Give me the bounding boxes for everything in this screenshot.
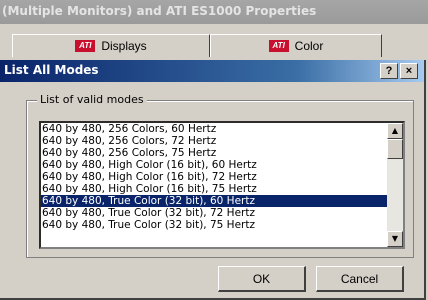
list-all-modes-dialog: List All Modes ? × List of valid modes 6… (0, 60, 426, 300)
group-label: List of valid modes (37, 93, 147, 106)
list-item[interactable]: 640 by 480, 256 Colors, 60 Hertz (41, 123, 403, 135)
list-item[interactable]: 640 by 480, 256 Colors, 72 Hertz (41, 135, 403, 147)
list-item[interactable]: 640 by 480, True Color (32 bit), 72 Hert… (41, 207, 403, 219)
modes-scrollbar[interactable]: ▲ ▼ (387, 123, 403, 247)
ok-button[interactable]: OK (218, 266, 306, 292)
ati-logo-icon: ATI (75, 40, 96, 52)
tab-displays-label: Displays (101, 39, 147, 53)
background-window-titlebar: (Multiple Monitors) and ATI ES1000 Prope… (0, 0, 428, 24)
scroll-down-icon[interactable]: ▼ (387, 231, 403, 247)
valid-modes-group: List of valid modes 640 by 480, 256 Colo… (26, 93, 414, 258)
list-item[interactable]: 640 by 480, True Color (32 bit), 75 Hert… (41, 219, 403, 231)
tab-color[interactable]: ATI Color (210, 34, 382, 57)
ati-logo-icon: ATI (268, 40, 289, 52)
list-item[interactable]: 640 by 480, High Color (16 bit), 60 Hert… (41, 159, 403, 171)
dialog-titlebar[interactable]: List All Modes ? × (0, 60, 424, 82)
scroll-up-icon[interactable]: ▲ (387, 123, 403, 139)
mode-list: 640 by 480, 256 Colors, 60 Hertz 640 by 4… (41, 123, 403, 231)
list-item[interactable]: 640 by 480, 256 Colors, 75 Hertz (41, 147, 403, 159)
background-window-title: (Multiple Monitors) and ATI ES1000 Prope… (2, 4, 317, 18)
dialog-title: List All Modes (4, 63, 99, 77)
cancel-button[interactable]: Cancel (316, 266, 404, 292)
modes-listbox[interactable]: 640 by 480, 256 Colors, 60 Hertz 640 by 4… (39, 121, 405, 249)
list-item[interactable]: 640 by 480, True Color (32 bit), 60 Hert… (41, 195, 403, 207)
close-button[interactable]: × (400, 63, 418, 79)
scroll-thumb[interactable] (387, 139, 403, 159)
list-item[interactable]: 640 by 480, High Color (16 bit), 72 Hert… (41, 171, 403, 183)
tab-color-label: Color (294, 39, 324, 53)
list-item[interactable]: 640 by 480, High Color (16 bit), 75 Hert… (41, 183, 403, 195)
help-button[interactable]: ? (380, 63, 398, 79)
tab-displays[interactable]: ATI Displays (12, 34, 210, 57)
